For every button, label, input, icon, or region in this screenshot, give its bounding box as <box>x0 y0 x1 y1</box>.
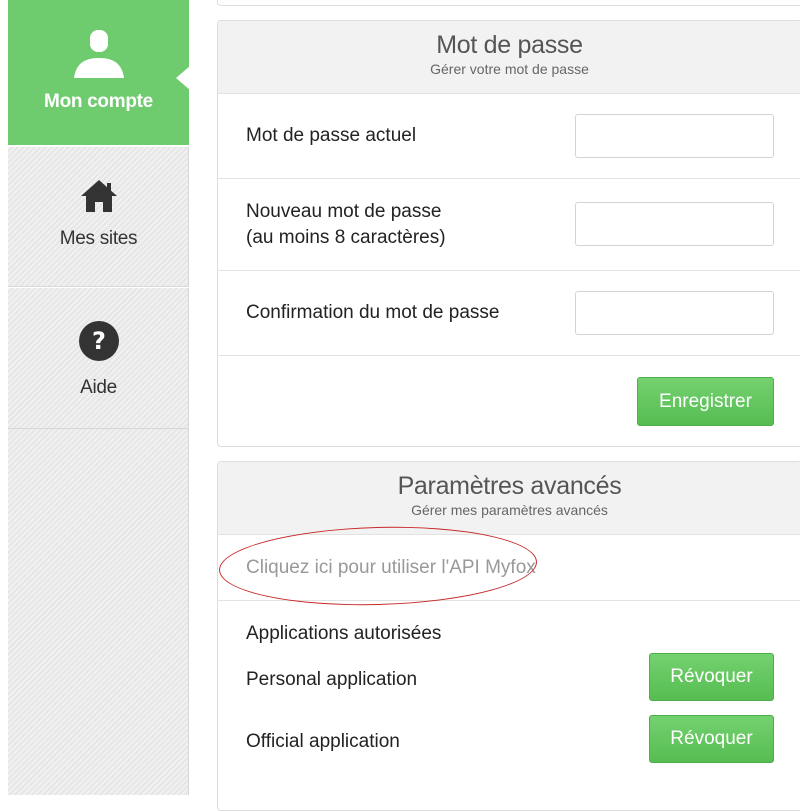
home-icon <box>80 179 118 218</box>
sidebar-item-label: Aide <box>80 377 117 398</box>
save-button[interactable]: Enregistrer <box>637 377 774 426</box>
current-password-input[interactable] <box>575 114 774 158</box>
new-password-row: Nouveau mot de passe (au moins 8 caractè… <box>218 179 800 271</box>
advanced-panel-title: Paramètres avancés <box>397 472 622 500</box>
sidebar-divider <box>8 428 189 429</box>
sidebar-item-aide[interactable]: ? Aide <box>8 286 189 428</box>
sidebar-item-mes-sites[interactable]: Mes sites <box>8 145 189 286</box>
advanced-panel: Paramètres avancés Gérer mes paramètres … <box>217 461 800 811</box>
app-name: Official application <box>246 731 400 752</box>
sidebar-item-label: Mes sites <box>59 228 138 249</box>
sidebar: Mon compte Mes sites ? Aide <box>8 0 190 795</box>
sidebar-item-label: Mon compte <box>44 91 153 112</box>
confirm-password-label: Confirmation du mot de passe <box>246 302 500 323</box>
confirm-password-input[interactable] <box>575 291 774 335</box>
current-password-row: Mot de passe actuel <box>218 94 800 179</box>
previous-panel-edge <box>217 0 800 6</box>
password-panel-title: Mot de passe <box>436 31 583 59</box>
api-link[interactable]: Cliquez ici pour utiliser l'API Myfox <box>246 555 536 581</box>
password-panel-subtitle: Gérer votre mot de passe <box>430 61 589 77</box>
advanced-panel-header: Paramètres avancés Gérer mes paramètres … <box>218 462 800 535</box>
authorized-apps-section: Applications autorisées Personal applica… <box>218 601 800 801</box>
authorized-apps-heading: Applications autorisées <box>246 623 442 644</box>
user-icon <box>73 30 124 83</box>
api-row: Cliquez ici pour utiliser l'API Myfox <box>218 535 800 601</box>
sidebar-item-mon-compte[interactable]: Mon compte <box>8 0 190 145</box>
svg-text:?: ? <box>92 327 106 355</box>
password-panel: Mot de passe Gérer votre mot de passe Mo… <box>217 20 800 447</box>
revoke-button[interactable]: Révoquer <box>649 653 774 701</box>
new-password-label-line1: Nouveau mot de passe <box>246 201 442 222</box>
confirm-password-row: Confirmation du mot de passe <box>218 271 800 356</box>
advanced-panel-subtitle: Gérer mes paramètres avancés <box>411 502 608 518</box>
app-name: Personal application <box>246 669 418 690</box>
new-password-input[interactable] <box>575 202 774 246</box>
help-icon: ? <box>78 320 120 367</box>
password-panel-header: Mot de passe Gérer votre mot de passe <box>218 21 800 94</box>
current-password-label: Mot de passe actuel <box>246 125 417 146</box>
new-password-label: Nouveau mot de passe (au moins 8 caractè… <box>246 199 446 251</box>
revoke-button[interactable]: Révoquer <box>649 715 774 763</box>
new-password-label-line2: (au moins 8 caractères) <box>246 227 446 248</box>
password-actions-row: Enregistrer <box>218 356 800 446</box>
